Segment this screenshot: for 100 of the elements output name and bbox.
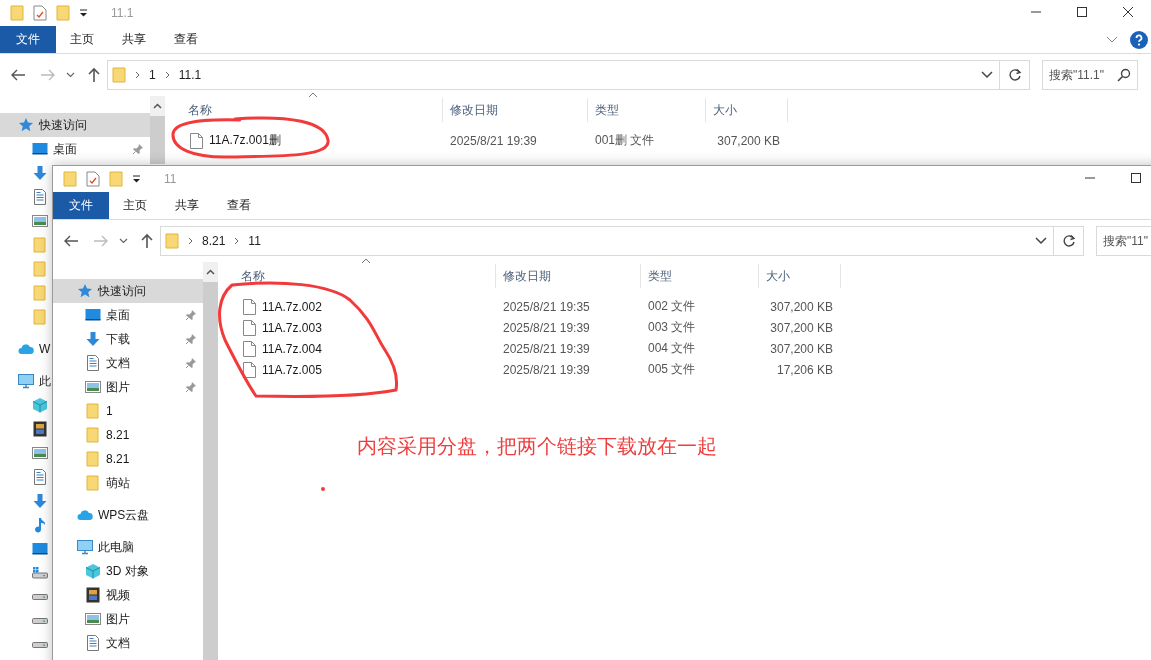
file-name[interactable]: 11A.7z.003 bbox=[262, 320, 322, 335]
pin-icon[interactable] bbox=[185, 309, 197, 321]
breadcrumb[interactable]: 11 bbox=[248, 234, 261, 248]
scroll-up-icon[interactable] bbox=[206, 269, 215, 275]
scroll-up-icon[interactable] bbox=[153, 103, 162, 109]
refresh-button[interactable] bbox=[1000, 60, 1030, 90]
ribbon-tab[interactable]: 主页 bbox=[56, 26, 108, 53]
chevron-right-icon[interactable] bbox=[188, 237, 193, 245]
ribbon-tab[interactable]: 查看 bbox=[213, 192, 265, 219]
breadcrumb[interactable]: 11.1 bbox=[178, 68, 202, 82]
search-icon[interactable] bbox=[1117, 68, 1131, 82]
ribbon-tab[interactable]: 文件 bbox=[0, 26, 56, 53]
sidebar-item[interactable]: 快速访问 bbox=[0, 113, 150, 137]
drive-icon bbox=[32, 594, 48, 600]
picture-icon bbox=[85, 611, 101, 627]
sidebar-item[interactable]: W bbox=[0, 337, 51, 361]
file-name[interactable]: 11A.7z.005 bbox=[262, 362, 322, 377]
sidebar-item[interactable]: 此电脑 bbox=[53, 535, 203, 559]
sidebar-item[interactable]: 8.21 bbox=[53, 447, 203, 471]
modified-date: 2025/8/21 19:35 bbox=[502, 299, 591, 314]
column-header[interactable]: 大小 bbox=[758, 264, 841, 288]
up-arrow-icon[interactable] bbox=[140, 233, 154, 249]
file-size: 17,206 KB bbox=[775, 362, 834, 377]
sidebar-item[interactable]: 此 bbox=[0, 369, 51, 393]
column-header[interactable]: 类型 bbox=[587, 98, 705, 122]
file-name[interactable]: 11A.7z.001删 bbox=[209, 132, 281, 149]
ribbon-tab[interactable]: 主页 bbox=[109, 192, 161, 219]
scroll-thumb[interactable] bbox=[150, 116, 165, 164]
sidebar-item[interactable]: 快速访问 bbox=[53, 279, 203, 303]
checked-document-icon[interactable] bbox=[33, 5, 47, 21]
sidebar-item[interactable]: 图片 bbox=[53, 607, 203, 631]
file-name[interactable]: 11A.7z.004 bbox=[262, 341, 322, 356]
film-icon bbox=[85, 587, 101, 603]
file-type: 005 文件 bbox=[647, 361, 697, 378]
search-field[interactable]: 搜索"11.1" bbox=[1042, 60, 1138, 90]
download-arrow-icon bbox=[32, 493, 48, 509]
sidebar-item[interactable]: 8.21 bbox=[53, 423, 203, 447]
sidebar-item[interactable]: 桌面 bbox=[53, 303, 203, 327]
up-arrow-icon[interactable] bbox=[87, 67, 101, 83]
pin-icon[interactable] bbox=[132, 143, 144, 155]
sidebar-item[interactable]: 视频 bbox=[53, 583, 203, 607]
sidebar-item[interactable]: 桌面 bbox=[0, 137, 150, 161]
column-header[interactable]: 大小 bbox=[705, 98, 788, 122]
window-title: 11 bbox=[164, 172, 177, 186]
checked-document-icon[interactable] bbox=[86, 171, 100, 187]
pin-icon[interactable] bbox=[185, 381, 197, 393]
pin-icon[interactable] bbox=[185, 357, 197, 369]
chevron-down-icon[interactable] bbox=[1035, 237, 1047, 245]
back-arrow-icon[interactable] bbox=[63, 234, 79, 248]
chevron-down-icon[interactable] bbox=[981, 71, 993, 79]
sort-caret-icon bbox=[361, 258, 371, 264]
computer-icon bbox=[77, 539, 93, 555]
breadcrumb[interactable]: 8.21 bbox=[202, 234, 226, 248]
sidebar-item[interactable]: 3D 对象 bbox=[53, 559, 203, 583]
chevron-down-icon[interactable] bbox=[66, 72, 75, 78]
folder-icon bbox=[32, 285, 48, 301]
pin-icon[interactable] bbox=[185, 333, 197, 345]
modified-date: 2025/8/21 19:39 bbox=[502, 320, 591, 335]
sidebar-item[interactable]: 1 bbox=[53, 399, 203, 423]
help-icon[interactable] bbox=[1130, 30, 1148, 49]
ribbon-tab[interactable]: 共享 bbox=[108, 26, 160, 53]
file-type: 001删 文件 bbox=[594, 132, 656, 149]
caret-icon[interactable] bbox=[132, 175, 141, 183]
column-header[interactable]: 类型 bbox=[640, 264, 758, 288]
breadcrumb[interactable]: 1 bbox=[149, 68, 156, 82]
sidebar-item[interactable]: 文档 bbox=[53, 631, 203, 655]
file-name[interactable]: 11A.7z.002 bbox=[262, 299, 322, 314]
back-arrow-icon[interactable] bbox=[10, 68, 26, 82]
chevron-down-icon[interactable] bbox=[119, 238, 128, 244]
star-icon bbox=[77, 283, 93, 299]
column-header[interactable]: 名称 bbox=[218, 264, 495, 288]
refresh-button[interactable] bbox=[1054, 226, 1084, 256]
folder-icon bbox=[165, 233, 179, 249]
chevron-right-icon[interactable] bbox=[164, 71, 170, 79]
sidebar-item[interactable]: 下载 bbox=[53, 327, 203, 351]
folder-icon bbox=[85, 403, 101, 419]
ribbon-tab[interactable]: 查看 bbox=[160, 26, 212, 53]
scrollbar[interactable] bbox=[150, 96, 165, 164]
column-header[interactable]: 修改日期 bbox=[442, 98, 587, 122]
sidebar-item[interactable]: 图片 bbox=[53, 375, 203, 399]
picture-icon bbox=[85, 379, 101, 395]
caret-icon[interactable] bbox=[79, 9, 88, 17]
column-header[interactable]: 名称 bbox=[165, 98, 442, 122]
sidebar-item[interactable]: WPS云盘 bbox=[53, 503, 203, 527]
maximize-icon bbox=[1077, 7, 1087, 17]
document-icon bbox=[85, 355, 101, 371]
chevron-right-icon[interactable] bbox=[135, 71, 140, 79]
address-bar[interactable]: 8.21 11 bbox=[160, 226, 1054, 256]
modified-date: 2025/8/21 19:39 bbox=[502, 362, 591, 377]
column-header[interactable]: 修改日期 bbox=[495, 264, 640, 288]
minimize-icon bbox=[1085, 177, 1095, 179]
ribbon-tab[interactable]: 共享 bbox=[161, 192, 213, 219]
sidebar-item[interactable]: 萌站 bbox=[53, 471, 203, 495]
sort-caret-icon bbox=[308, 92, 318, 98]
address-bar[interactable]: 1 11.1 bbox=[107, 60, 1000, 90]
sidebar-item[interactable]: 文档 bbox=[53, 351, 203, 375]
file-icon bbox=[243, 319, 256, 336]
ribbon-tab[interactable]: 文件 bbox=[53, 192, 109, 219]
search-field[interactable]: 搜索"11" bbox=[1096, 226, 1151, 256]
chevron-right-icon[interactable] bbox=[234, 237, 240, 245]
